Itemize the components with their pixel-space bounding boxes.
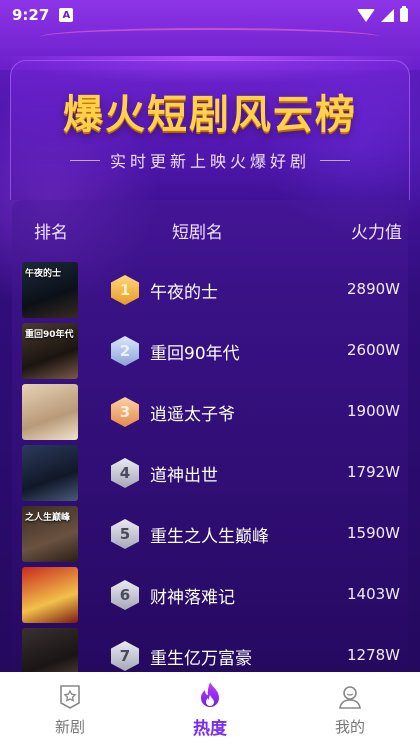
rank-badge: 3 [110,396,140,428]
rank-number: 7 [111,641,139,671]
rank-badge: 4 [110,457,140,489]
drama-title[interactable]: 财神落难记 [150,583,235,608]
star-icon [57,684,83,710]
rank-badge: 7 [110,640,140,672]
drama-cover[interactable] [22,567,78,623]
drama-heat-value: 1403W [346,585,400,603]
drama-heat-value: 1900W [346,402,400,420]
status-bar: 9:27 A [0,0,420,30]
nav-label-new: 新剧 [54,717,85,736]
nav-item-mine[interactable]: 我的 [280,672,420,748]
drama-title[interactable]: 重生之人生巅峰 [150,522,269,547]
bottom-navigation: 新剧 热度 我的 [0,672,420,748]
rank-number: 3 [111,397,139,427]
rank-badge: 5 [110,518,140,550]
nav-label-hot: 热度 [193,718,227,739]
drama-cover-text: 之人生巅峰 [25,513,71,523]
drama-title[interactable]: 重回90年代 [150,339,240,364]
drama-heat-value: 1590W [346,524,400,542]
drama-cover[interactable] [22,445,78,501]
drama-title[interactable]: 道神出世 [150,461,218,486]
drama-cover-image [22,384,78,440]
signal-icon [381,8,394,22]
column-header-heat: 火力值 [351,223,402,243]
subtitle-divider-left [69,159,100,161]
ranking-row[interactable]: 4 道神出世 1792W [0,445,420,506]
wifi-icon [357,8,375,22]
drama-cover-text: 重回90年代 [25,330,74,340]
rank-number: 6 [111,580,139,610]
column-header-name: 短剧名 [172,223,223,243]
user-icon [337,684,363,710]
ranking-row[interactable]: 重回90年代 2 重回90年代 2600W [0,323,420,384]
drama-heat-value: 2600W [346,341,400,359]
flame-icon [197,681,223,708]
status-time: 9:27 [12,6,50,24]
drama-title[interactable]: 逍遥太子爷 [150,400,235,425]
nav-item-hot[interactable]: 热度 [140,672,280,748]
drama-cover-text: 午夜的士 [25,269,62,279]
drama-heat-value: 1278W [346,646,400,664]
battery-icon [400,6,408,22]
drama-title[interactable]: 午夜的士 [150,278,218,303]
page-subtitle: 实时更新上映火爆好剧 [109,152,310,171]
ranking-row[interactable]: 6 财神落难记 1403W [0,567,420,628]
drama-cover-image [22,445,78,501]
drama-cover[interactable]: 重回90年代 [22,323,78,379]
table-header: 排名 短剧名 火力值 [0,218,420,243]
ranking-row[interactable]: 3 逍遥太子爷 1900W [0,384,420,445]
drama-cover[interactable] [22,384,78,440]
nav-label-mine: 我的 [334,717,365,736]
column-header-rank: 排名 [34,223,68,243]
decorative-ribbon [40,28,380,46]
drama-heat-value: 2890W [346,280,400,298]
page-title: 爆火短剧风云榜 [63,91,357,138]
app-notification-icon: A [59,8,74,22]
nav-item-new[interactable]: 新剧 [0,672,140,748]
subtitle-row: 实时更新上映火爆好剧 [0,148,420,172]
drama-cover[interactable]: 午夜的士 [22,262,78,318]
rank-badge: 1 [110,274,140,306]
subtitle-divider-right [320,159,350,161]
drama-cover-image [22,567,78,623]
status-icons [357,6,408,22]
rank-number: 2 [111,336,139,366]
rank-number: 1 [111,275,139,305]
rank-badge: 2 [110,335,140,367]
ranking-row[interactable]: 之人生巅峰 5 重生之人生巅峰 1590W [0,506,420,567]
rank-number: 4 [111,458,139,488]
drama-heat-value: 1792W [346,463,400,481]
drama-cover[interactable]: 之人生巅峰 [22,506,78,562]
drama-title[interactable]: 重生亿万富豪 [150,644,252,669]
ranking-row[interactable]: 午夜的士 1 午夜的士 2890W [0,262,420,323]
rank-number: 5 [111,519,139,549]
rank-badge: 6 [110,579,140,611]
